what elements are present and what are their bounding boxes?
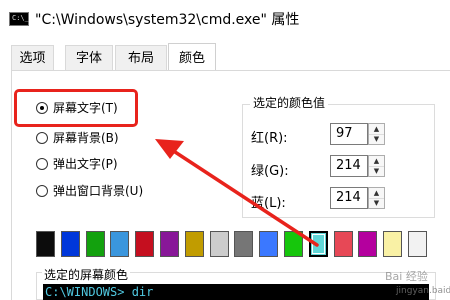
red-label: 红(R): xyxy=(251,131,288,146)
red-input[interactable]: 97 xyxy=(330,123,368,145)
palette-swatch[interactable] xyxy=(383,231,402,257)
window-title: "C:\Windows\system32\cmd.exe" 属性 xyxy=(35,12,300,28)
blue-spinner[interactable]: ▲ ▼ xyxy=(368,187,385,209)
tab-options[interactable]: 选项 xyxy=(11,45,54,70)
title-bar: C:\_ "C:\Windows\system32\cmd.exe" 属性 xyxy=(0,0,450,37)
tab-font[interactable]: 字体 xyxy=(65,45,113,70)
palette-swatch[interactable] xyxy=(334,231,353,257)
radio-label: 弹出文字(P) xyxy=(53,157,118,171)
spin-down-icon[interactable]: ▼ xyxy=(369,134,384,144)
green-input[interactable]: 214 xyxy=(330,155,368,177)
palette-swatch[interactable] xyxy=(110,231,129,257)
radio-circle xyxy=(36,132,48,144)
blue-input[interactable]: 214 xyxy=(330,187,368,209)
preview-text: C:\WINDOWS> dir xyxy=(45,285,154,299)
watermark-site: jingyan.baidu xyxy=(396,286,450,296)
blue-label: 蓝(L): xyxy=(251,196,286,211)
radio-label: 弹出窗口背景(U) xyxy=(53,184,144,198)
palette-swatch[interactable] xyxy=(135,231,154,257)
palette-swatch[interactable] xyxy=(210,231,229,257)
tab-layout[interactable]: 布局 xyxy=(115,45,167,70)
palette-swatch[interactable] xyxy=(309,231,328,257)
spin-down-icon[interactable]: ▼ xyxy=(369,166,384,176)
baidu-watermark-logo: Bai 经验 xyxy=(385,270,428,283)
palette-swatch[interactable] xyxy=(358,231,377,257)
red-highlight-box xyxy=(14,89,138,127)
palette-swatch[interactable] xyxy=(259,231,278,257)
color-palette xyxy=(36,231,436,263)
tab-bar: 选项 字体 布局 颜色 xyxy=(0,43,450,72)
palette-swatch[interactable] xyxy=(61,231,80,257)
green-spinner[interactable]: ▲ ▼ xyxy=(368,155,385,177)
cmd-icon-text: C:\_ xyxy=(12,14,29,22)
radio-circle xyxy=(36,185,48,197)
palette-swatch[interactable] xyxy=(160,231,179,257)
red-spinner[interactable]: ▲ ▼ xyxy=(368,123,385,145)
palette-swatch[interactable] xyxy=(234,231,253,257)
palette-swatch[interactable] xyxy=(86,231,105,257)
selected-color-group-title: 选定的颜色值 xyxy=(250,94,329,111)
screen-color-preview: C:\WINDOWS> dir xyxy=(43,284,429,300)
palette-swatch[interactable] xyxy=(185,231,204,257)
cmd-icon: C:\_ xyxy=(9,12,29,26)
spin-down-icon[interactable]: ▼ xyxy=(369,198,384,208)
palette-swatch[interactable] xyxy=(408,231,427,257)
radio-circle xyxy=(36,158,48,170)
radio-label: 屏幕背景(B) xyxy=(53,131,119,145)
tab-colors[interactable]: 颜色 xyxy=(168,43,216,72)
palette-swatch[interactable] xyxy=(284,231,303,257)
green-label: 绿(G): xyxy=(251,164,289,179)
palette-swatch[interactable] xyxy=(36,231,55,257)
screen-colors-title: 选定的屏幕颜色 xyxy=(42,266,131,283)
